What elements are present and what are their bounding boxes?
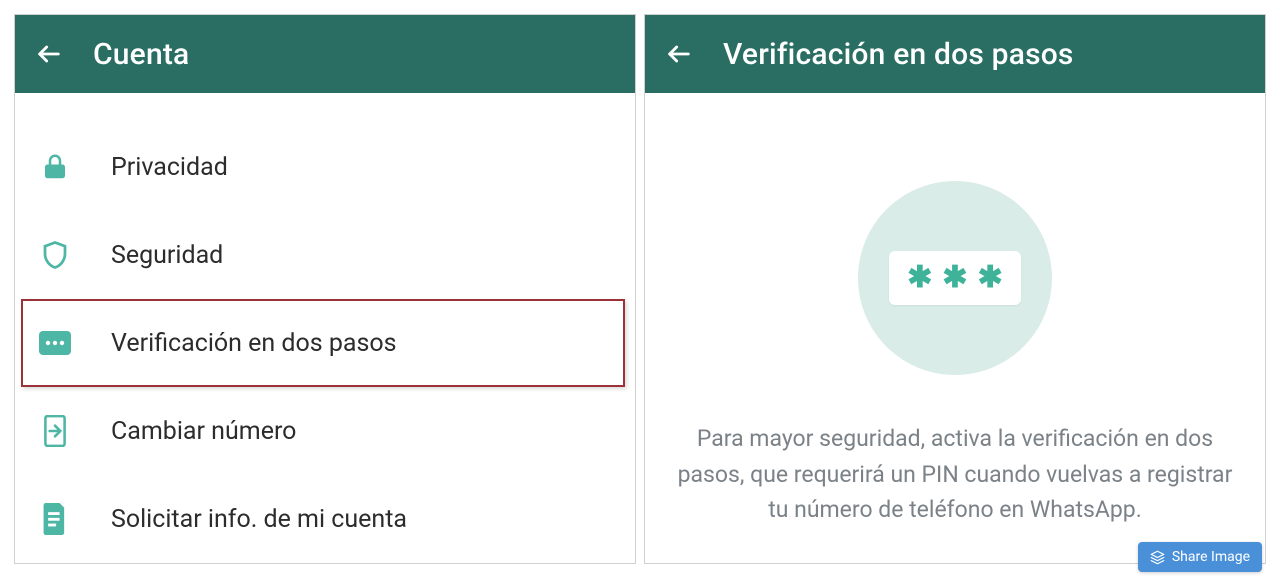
account-menu: Privacidad Seguridad Verificación en dos…: [15, 93, 635, 563]
header-left: Cuenta: [15, 15, 635, 93]
menu-item-change-number[interactable]: Cambiar número: [15, 387, 635, 475]
menu-label: Cambiar número: [111, 417, 296, 446]
lock-icon: [37, 149, 73, 185]
arrow-left-icon: [35, 40, 63, 68]
arrow-left-icon: [665, 40, 693, 68]
back-button-right[interactable]: [663, 38, 695, 70]
asterisk-icon: ✱: [978, 263, 1003, 293]
header-title-left: Cuenta: [93, 37, 189, 72]
share-image-button[interactable]: Share Image: [1138, 542, 1262, 572]
two-step-description: Para mayor seguridad, activa la verifica…: [645, 421, 1265, 528]
asterisk-icon: ✱: [907, 263, 932, 293]
left-panel: Cuenta Privacidad Seguridad Verificación…: [14, 14, 636, 564]
shield-icon: [37, 237, 73, 273]
asterisk-icon: ✱: [942, 263, 967, 293]
two-step-content: ✱ ✱ ✱ Para mayor seguridad, activa la ve…: [645, 93, 1265, 528]
back-button-left[interactable]: [33, 38, 65, 70]
menu-item-security[interactable]: Seguridad: [15, 211, 635, 299]
pin-icon: [37, 325, 73, 361]
sim-icon: [37, 413, 73, 449]
header-title-right: Verificación en dos pasos: [723, 37, 1074, 72]
share-label: Share Image: [1172, 549, 1250, 565]
header-right: Verificación en dos pasos: [645, 15, 1265, 93]
menu-item-privacy[interactable]: Privacidad: [15, 123, 635, 211]
doc-icon: [37, 501, 73, 537]
layers-icon: [1150, 550, 1165, 565]
pin-card: ✱ ✱ ✱: [889, 251, 1020, 305]
menu-label: Privacidad: [111, 153, 228, 182]
menu-label: Solicitar info. de mi cuenta: [111, 505, 407, 534]
menu-item-request-info[interactable]: Solicitar info. de mi cuenta: [15, 475, 635, 563]
menu-label: Verificación en dos pasos: [111, 329, 397, 358]
illustration-circle: ✱ ✱ ✱: [858, 181, 1052, 375]
menu-item-two-step[interactable]: Verificación en dos pasos: [21, 299, 625, 387]
right-panel: Verificación en dos pasos ✱ ✱ ✱ Para may…: [644, 14, 1266, 564]
menu-label: Seguridad: [111, 241, 223, 270]
